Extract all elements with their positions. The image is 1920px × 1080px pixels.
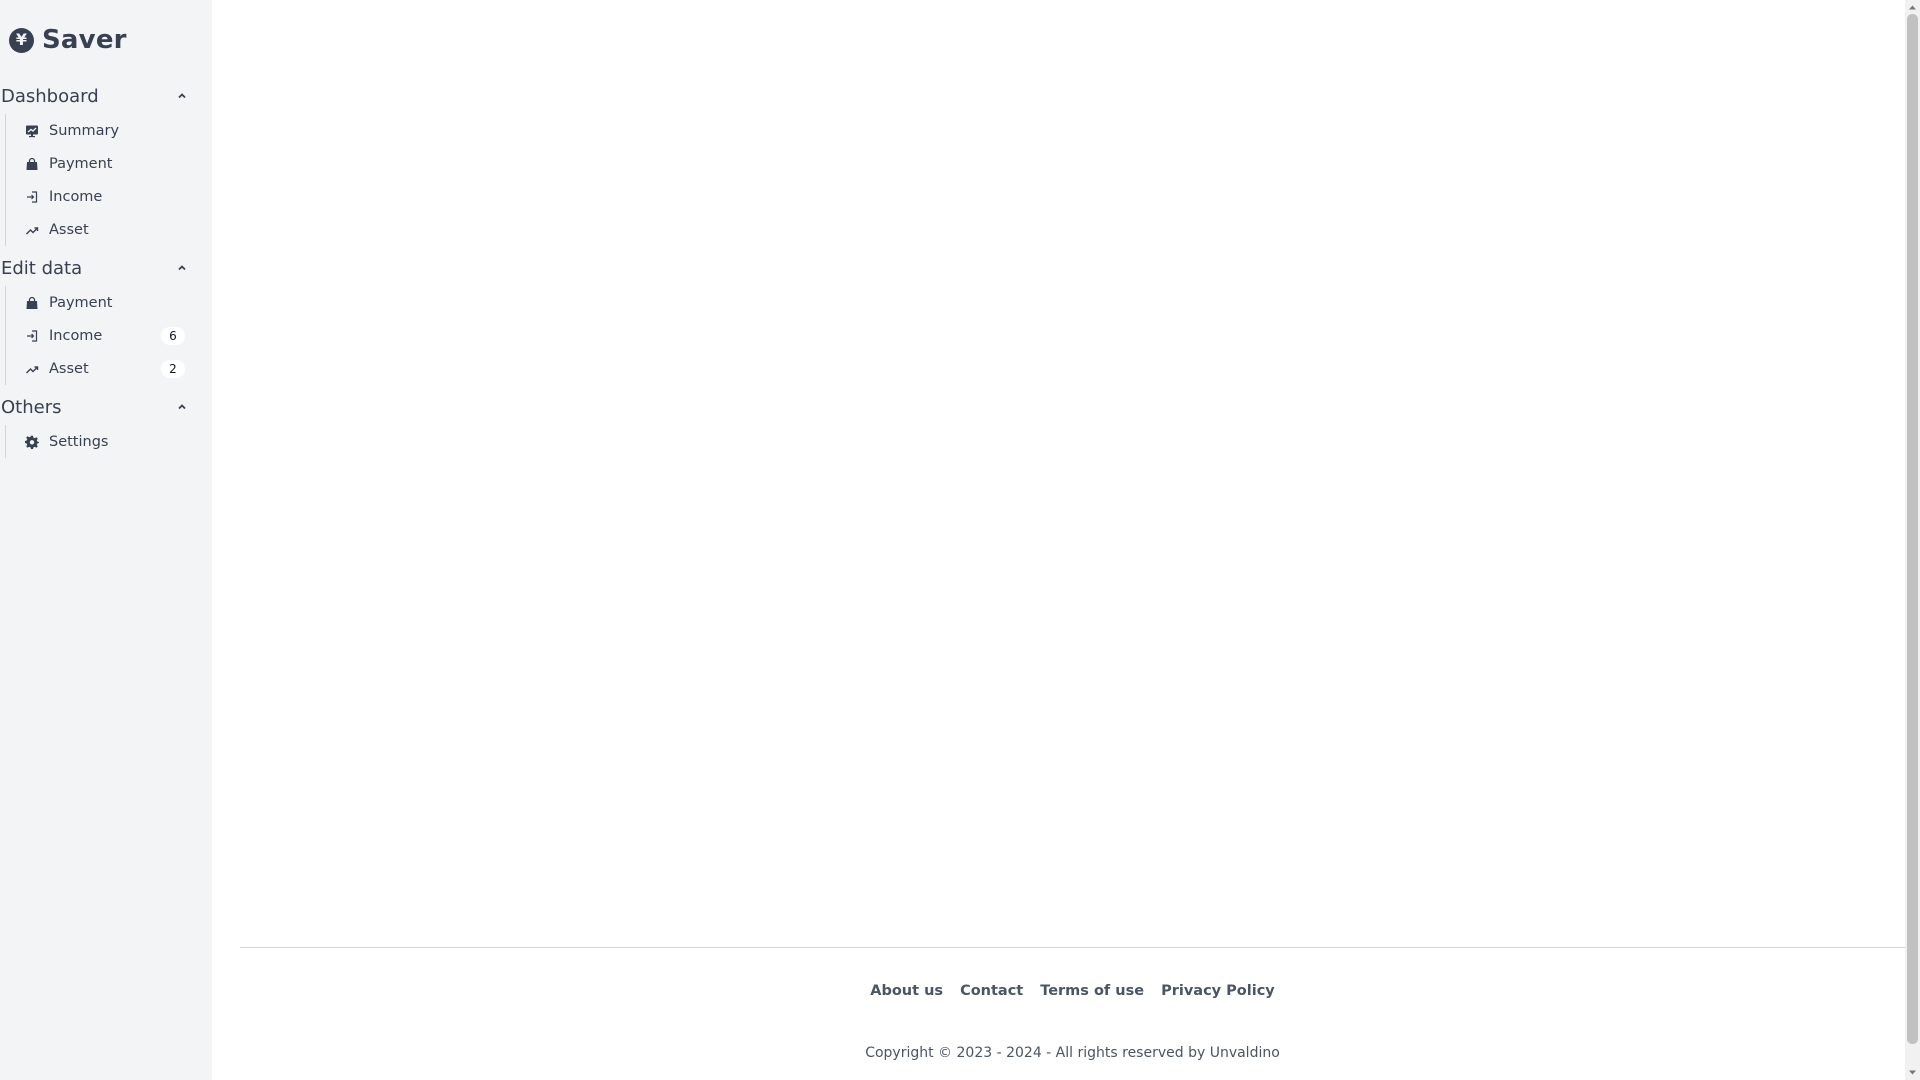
brand[interactable]: ¥ Saver [9,24,127,56]
sidebar-item-label: Asset [49,221,89,238]
chevron-up-icon [177,402,187,412]
sidebar-item-label: Summary [49,122,120,139]
footer-link-privacy[interactable]: Privacy Policy [1161,983,1275,999]
section-others: Others Settings [0,393,212,458]
sidebar-item-edit-asset[interactable]: Asset 2 [6,352,212,385]
bag-icon [25,157,39,171]
sidebar-item-label: Income [49,188,103,205]
app-root: ¥ Saver Dashboard Summary Payment Income… [0,0,1920,1080]
brand-name: Saver [42,25,127,55]
sidebar-item-payment[interactable]: Payment [6,147,212,180]
section-title: Others [1,396,62,418]
sidebar-item-label: Asset [49,360,89,377]
dashboard-items: Summary Payment Income Asset [5,114,212,246]
footer-link-terms[interactable]: Terms of use [1040,983,1144,999]
footer-divider [240,947,1905,948]
footer-links: About us Contact Terms of use Privacy Po… [240,983,1905,999]
gear-icon [25,435,39,449]
sidebar-item-edit-income[interactable]: Income 6 [6,319,212,352]
footer-link-contact[interactable]: Contact [960,983,1023,999]
login-icon [25,190,39,204]
chevron-up-icon [177,263,187,273]
trend-up-icon [25,362,39,376]
trend-up-icon [25,223,39,237]
chart-icon [25,124,39,138]
bag-icon [25,296,39,310]
others-items: Settings [5,425,212,458]
count-badge: 6 [161,326,185,345]
section-dashboard: Dashboard Summary Payment Income Asset [0,82,212,246]
chevron-up-icon [177,91,187,101]
sidebar-item-settings[interactable]: Settings [6,425,212,458]
section-title: Dashboard [1,85,99,107]
sidebar-item-label: Settings [49,433,109,450]
login-icon [25,329,39,343]
vertical-scrollbar[interactable] [1905,0,1920,1080]
section-header-dashboard[interactable]: Dashboard [0,82,212,110]
sidebar-item-label: Payment [49,155,113,172]
edit-data-items: Payment Income 6 Asset 2 [5,286,212,385]
count-badge: 2 [161,359,185,378]
sidebar-item-income[interactable]: Income [6,180,212,213]
section-header-edit-data[interactable]: Edit data [0,254,212,282]
main-content: About us Contact Terms of use Privacy Po… [212,0,1905,1080]
sidebar-item-label: Payment [49,294,113,311]
scroll-up-icon[interactable] [1908,3,1917,12]
section-title: Edit data [1,257,83,279]
copyright-text: Copyright © 2023 - 2024 - All rights res… [865,1045,1280,1061]
footer-link-about[interactable]: About us [870,983,943,999]
sidebar-item-asset[interactable]: Asset [6,213,212,246]
yen-icon: ¥ [9,27,34,53]
sidebar-item-edit-payment[interactable]: Payment [6,286,212,319]
section-header-others[interactable]: Others [0,393,212,421]
sidebar-item-summary[interactable]: Summary [6,114,212,147]
section-edit-data: Edit data Payment Income 6 Asset 2 [0,254,212,385]
scroll-down-icon[interactable] [1908,1068,1917,1077]
sidebar: ¥ Saver Dashboard Summary Payment Income… [0,0,212,1080]
sidebar-item-label: Income [49,327,103,344]
scrollbar-thumb[interactable] [1907,14,1918,1044]
